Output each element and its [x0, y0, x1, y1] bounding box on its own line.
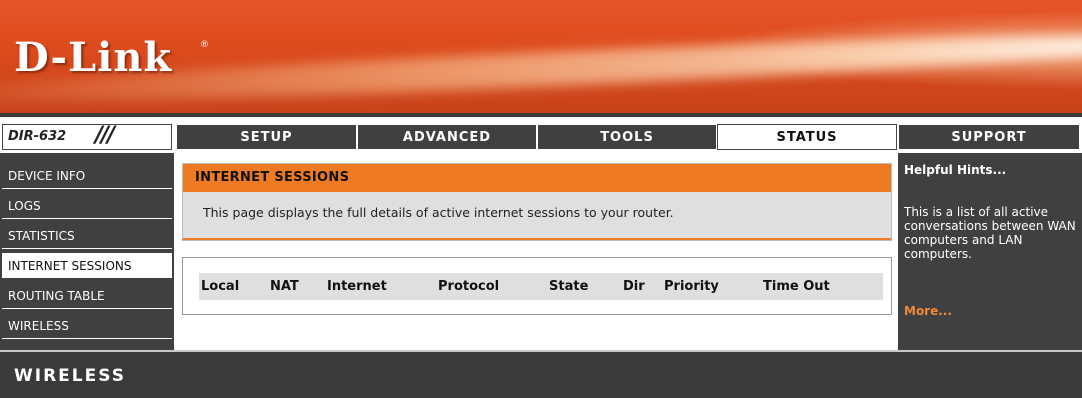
column-local: Local: [201, 279, 240, 294]
model-name: DIR-632: [8, 129, 67, 144]
header-banner: D-Link ®: [0, 0, 1082, 113]
main-content: INTERNET SESSIONS This page displays the…: [174, 153, 898, 350]
column-internet: Internet: [327, 279, 387, 294]
sidebar-item-wireless[interactable]: WIRELESS: [2, 313, 172, 339]
hints-title: Helpful Hints...: [904, 163, 1007, 177]
column-protocol: Protocol: [438, 279, 500, 294]
tab-status[interactable]: STATUS: [717, 124, 897, 150]
sidebar-item-routing-table[interactable]: ROUTING TABLE: [2, 283, 172, 309]
column-state: State: [549, 279, 589, 294]
intro-panel: INTERNET SESSIONS This page displays the…: [182, 163, 892, 241]
model-badge: DIR-632 ///: [2, 123, 172, 150]
column-dir: Dir: [623, 279, 645, 294]
panel-underline: [183, 238, 891, 240]
tab-tools[interactable]: TOOLS: [537, 124, 717, 150]
registered-mark: ®: [200, 40, 209, 50]
column-nat: NAT: [270, 279, 299, 294]
section-description: This page displays the full details of a…: [203, 205, 674, 220]
tab-advanced[interactable]: ADVANCED: [357, 124, 537, 150]
dlink-logo: D-Link: [14, 34, 173, 81]
tab-setup[interactable]: SETUP: [176, 124, 357, 150]
sidebar-item-statistics[interactable]: STATISTICS: [2, 223, 172, 249]
table-header-row: Local NAT Internet Protocol State Dir Pr…: [199, 273, 883, 300]
model-slashes: ///: [95, 123, 115, 148]
hints-more-link[interactable]: More...: [904, 304, 952, 318]
hints-text: This is a list of all active conversatio…: [904, 205, 1076, 261]
sidebar-item-internet-sessions[interactable]: INTERNET SESSIONS: [2, 253, 172, 279]
column-time-out: Time Out: [763, 279, 830, 294]
footer: WIRELESS: [0, 350, 1082, 398]
sidebar-item-logs[interactable]: LOGS: [2, 193, 172, 219]
section-title: INTERNET SESSIONS: [183, 164, 891, 192]
sessions-table: Local NAT Internet Protocol State Dir Pr…: [182, 257, 892, 315]
sidebar: DEVICE INFO LOGS STATISTICS INTERNET SES…: [0, 153, 174, 350]
footer-label: WIRELESS: [14, 366, 126, 386]
hints-panel: Helpful Hints... This is a list of all a…: [898, 153, 1082, 350]
column-priority: Priority: [664, 279, 719, 294]
sidebar-item-device-info[interactable]: DEVICE INFO: [2, 163, 172, 189]
tab-support[interactable]: SUPPORT: [898, 124, 1080, 150]
